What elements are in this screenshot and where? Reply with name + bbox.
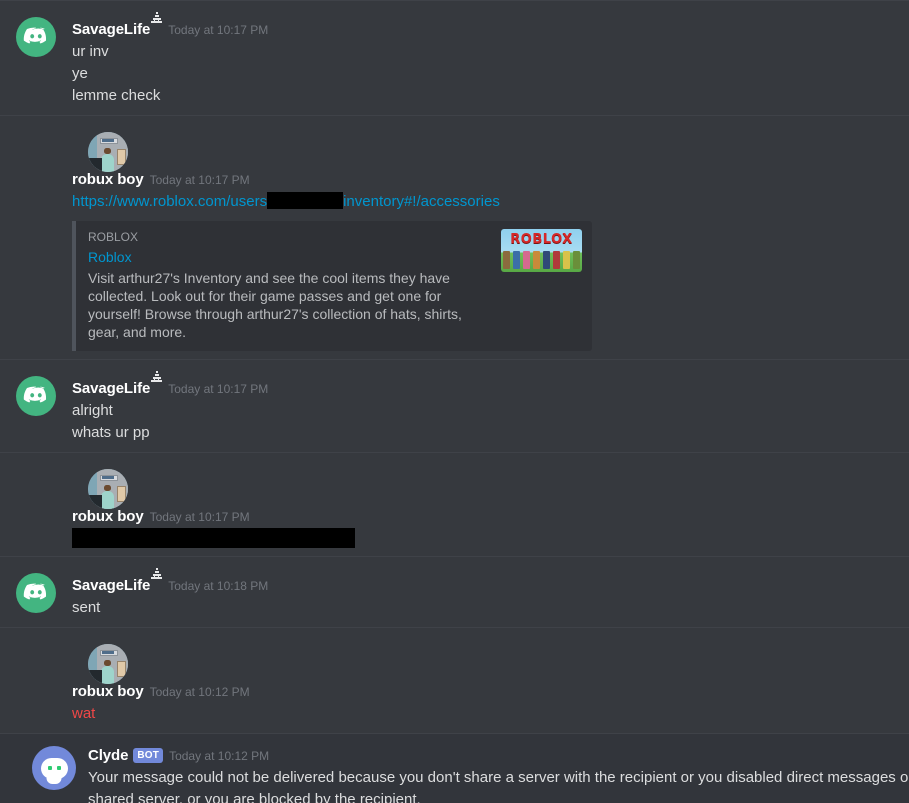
message-header: SavageLife Today at 10:17 PM	[72, 371, 909, 397]
message-text-failed: wat	[72, 705, 96, 722]
message-header: robux boy Today at 10:17 PM	[72, 509, 909, 525]
message-text	[72, 528, 909, 548]
message-timestamp: Today at 10:18 PM	[168, 579, 269, 593]
embed-thumbnail-image[interactable]: ROBLOX	[501, 229, 582, 272]
pixel-sprite-badge-icon	[151, 371, 163, 382]
system-message-clyde: Clyde BOT Today at 10:12 PM Your message c…	[0, 733, 909, 803]
message-group: SavageLife Today at 10:17 PM ur inv ye le…	[0, 0, 909, 115]
message-timestamp: Today at 10:17 PM	[168, 23, 269, 37]
avatar[interactable]	[16, 573, 56, 613]
message-header: robux boy Today at 10:12 PM	[72, 684, 909, 700]
avatar[interactable]	[88, 132, 128, 172]
message-text: whats ur pp	[72, 424, 150, 441]
message-group: robux boy Today at 10:12 PM wat	[0, 627, 909, 733]
message-timestamp: Today at 10:12 PM	[169, 749, 270, 763]
message-author[interactable]: robux boy	[72, 508, 144, 525]
avatar[interactable]	[16, 376, 56, 416]
message-author[interactable]: SavageLife	[72, 21, 150, 38]
message-author[interactable]: robux boy	[72, 683, 144, 700]
avatar[interactable]	[88, 644, 128, 684]
message-author[interactable]: robux boy	[72, 171, 144, 188]
direct-message-chat: SavageLife Today at 10:17 PM ur inv ye le…	[0, 0, 909, 803]
message-author: Clyde	[88, 747, 129, 764]
link-suffix: inventory#!/accessories	[343, 193, 500, 210]
message-group: SavageLife Today at 10:17 PM alright what…	[0, 359, 909, 452]
message-text: alright	[72, 402, 113, 419]
clyde-robot-icon	[40, 757, 68, 779]
message-text: sent	[72, 599, 101, 616]
message-group: SavageLife Today at 10:18 PM sent	[0, 556, 909, 627]
message-text: ur inv	[72, 43, 109, 60]
message-author[interactable]: SavageLife	[72, 577, 150, 594]
message-timestamp: Today at 10:17 PM	[168, 382, 269, 396]
pixel-sprite-badge-icon	[151, 12, 163, 23]
avatar[interactable]	[88, 469, 128, 509]
embed-description: Visit arthur27's Inventory and see the c…	[88, 270, 462, 340]
message-header: SavageLife Today at 10:18 PM	[72, 568, 909, 594]
redacted-user-id	[267, 192, 344, 209]
message-header: robux boy Today at 10:17 PM	[72, 172, 909, 188]
message-header: Clyde BOT Today at 10:12 PM	[88, 748, 909, 764]
roblox-inventory-link[interactable]: https://www.roblox.com/users inventory#!/…	[72, 192, 500, 210]
message-text: ye	[72, 65, 88, 82]
bot-badge: BOT	[133, 748, 164, 763]
redacted-message-content	[72, 528, 355, 548]
message-group: robux boy Today at 10:17 PM	[0, 452, 909, 556]
avatar[interactable]	[16, 17, 56, 57]
message-timestamp: Today at 10:17 PM	[149, 510, 250, 524]
embed-thumbnail-wordmark: ROBLOX	[510, 232, 573, 247]
link-embed: ROBLOX Roblox Visit arthur27's Inventory…	[72, 221, 592, 351]
embed-thumbnail-figures	[503, 248, 580, 269]
message-text: lemme check	[72, 87, 161, 104]
message-group: robux boy Today at 10:17 PM https://www.r…	[0, 115, 909, 359]
message-timestamp: Today at 10:12 PM	[149, 685, 250, 699]
message-text: https://www.roblox.com/users inventory#!/…	[72, 191, 909, 213]
message-author[interactable]: SavageLife	[72, 380, 150, 397]
pixel-sprite-badge-icon	[151, 568, 163, 579]
message-header: SavageLife Today at 10:17 PM	[72, 12, 909, 38]
link-prefix: https://www.roblox.com/users	[72, 193, 268, 210]
system-message-body: Your message could not be delivered beca…	[88, 769, 909, 803]
avatar	[32, 746, 76, 790]
message-timestamp: Today at 10:17 PM	[149, 173, 250, 187]
